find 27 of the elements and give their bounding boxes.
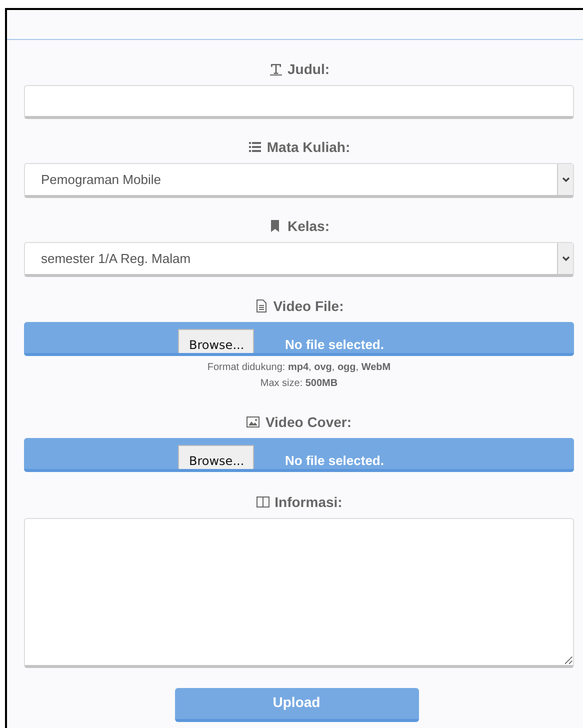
info-field[interactable] (24, 518, 574, 668)
file-hint: Format didukung: mp4, ovg, ogg, WebM (206, 362, 392, 373)
select-value: Pemograman Mobile (40, 172, 161, 187)
dropdown-icon[interactable] (557, 243, 573, 274)
file-picker[interactable]: Browse... No file selected. (24, 322, 574, 356)
browse-button[interactable]: Browse... (178, 445, 254, 469)
browse-button[interactable]: Browse... (178, 329, 254, 353)
field-label: Informasi: (274, 494, 342, 510)
text-icon (268, 62, 282, 76)
file-status: No file selected. (285, 337, 384, 353)
dropdown-icon[interactable] (557, 164, 573, 195)
list-icon (248, 140, 262, 154)
title-field[interactable] (24, 85, 574, 119)
field-label: Video File: (273, 298, 344, 314)
image-icon (246, 415, 260, 429)
file-status: No file selected. (285, 453, 384, 469)
field-label: Video Cover: (265, 414, 352, 430)
file-hint: Max size: 500MB (259, 378, 339, 389)
field-label: Kelas: (287, 218, 330, 234)
select-field[interactable]: semester 1/A Reg. Malam (24, 242, 574, 277)
field-label: Judul: (288, 61, 330, 77)
columns-icon (256, 495, 270, 509)
select-field[interactable]: Pemograman Mobile (24, 163, 574, 198)
document-icon (254, 299, 268, 313)
field-label: Mata Kuliah: (266, 139, 350, 155)
select-value: semester 1/A Reg. Malam (40, 251, 191, 266)
file-picker[interactable]: Browse... No file selected. (24, 438, 574, 472)
